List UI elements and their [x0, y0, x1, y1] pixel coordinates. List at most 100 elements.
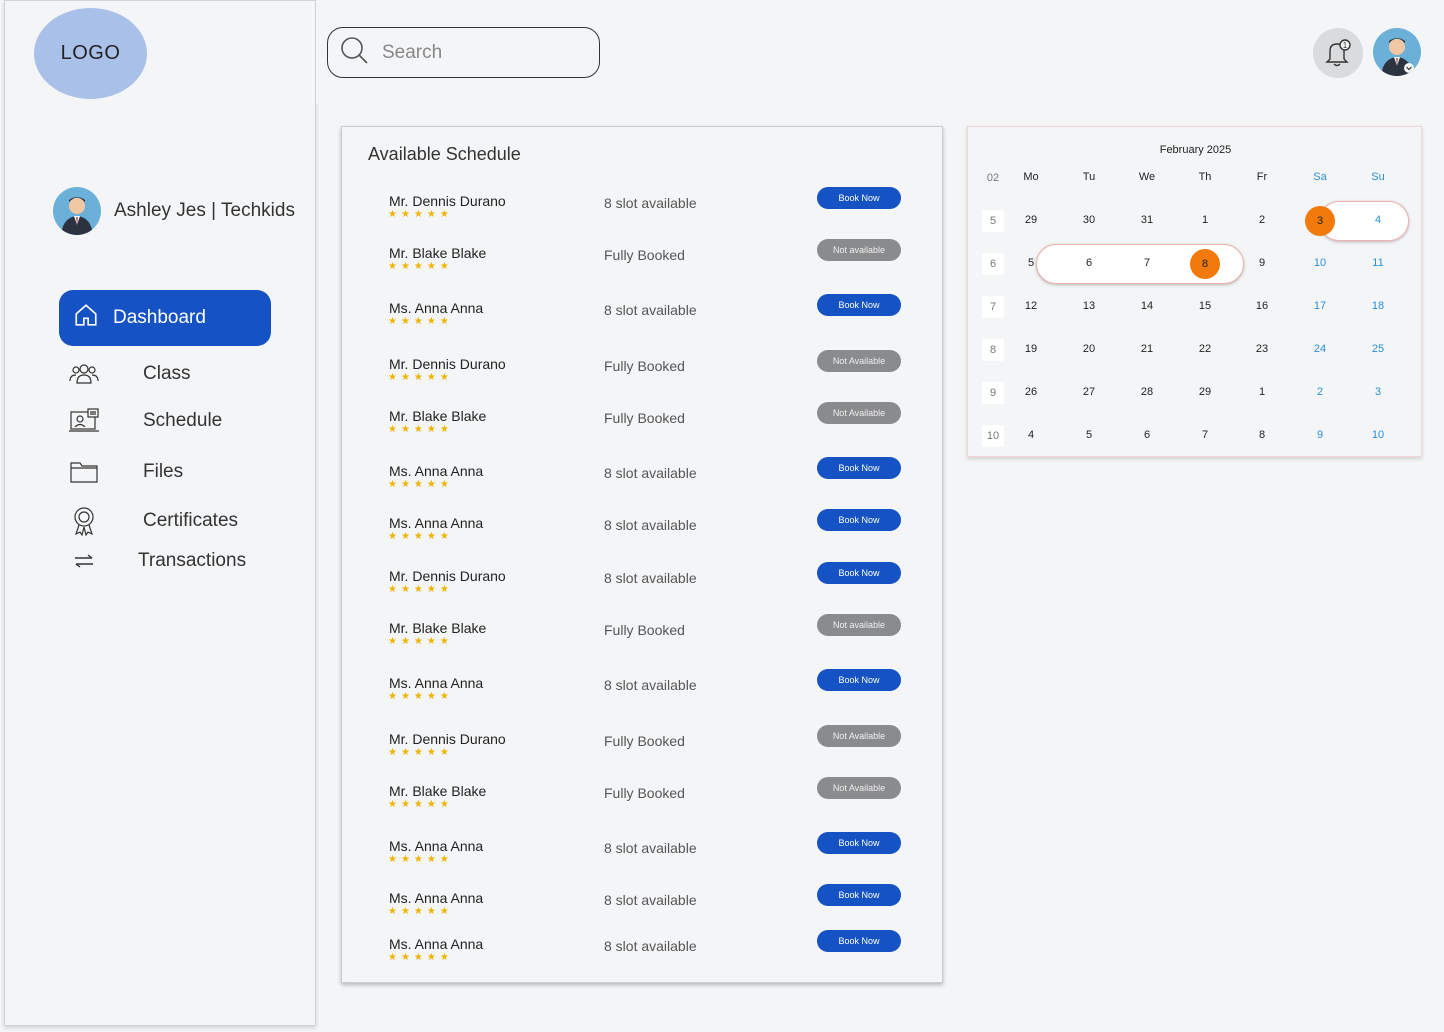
- schedule-row: Ms. Anna Anna ★★★★★ 8 slot available Book N…: [342, 457, 942, 503]
- calendar-date[interactable]: 28: [1127, 386, 1167, 398]
- teacher-name: Mr. Blake Blake: [389, 408, 487, 424]
- book-now-button[interactable]: Book Now: [817, 832, 901, 854]
- calendar-date[interactable]: 15: [1185, 300, 1225, 312]
- logo[interactable]: LOGO: [34, 8, 147, 99]
- nav-class[interactable]: Class: [67, 359, 191, 389]
- calendar-date[interactable]: 9: [1242, 257, 1282, 269]
- notification-button[interactable]: 1: [1313, 28, 1363, 78]
- weekday-header: Su: [1371, 171, 1385, 183]
- book-now-button[interactable]: Book Now: [817, 562, 901, 584]
- slot-status: 8 slot available: [604, 677, 697, 693]
- book-now-button[interactable]: Book Now: [817, 930, 901, 952]
- calendar-date[interactable]: 11: [1358, 257, 1398, 269]
- schedule-title: Available Schedule: [368, 144, 521, 164]
- calendar-date[interactable]: 23: [1242, 343, 1282, 355]
- teacher-name: Ms. Anna Anna: [389, 515, 484, 531]
- schedule-row: Ms. Anna Anna ★★★★★ 8 slot available Book N…: [342, 669, 942, 715]
- nav-transactions[interactable]: Transactions: [67, 546, 246, 576]
- calendar-date[interactable]: 6: [1127, 429, 1167, 441]
- calendar-date[interactable]: 18: [1358, 300, 1398, 312]
- calendar-date[interactable]: 5: [1069, 429, 1109, 441]
- avatar: [1381, 38, 1414, 76]
- calendar-date[interactable]: 12: [1011, 300, 1051, 312]
- calendar-date[interactable]: 21: [1127, 343, 1167, 355]
- not-available-button: Not Available: [817, 402, 901, 424]
- calendar-date[interactable]: 6: [1069, 257, 1109, 269]
- schedule-monitor-icon: [67, 406, 101, 436]
- calendar-date[interactable]: 25: [1358, 343, 1398, 355]
- calendar-date[interactable]: 24: [1300, 343, 1340, 355]
- nav-files[interactable]: Files: [67, 457, 183, 487]
- users-icon: [67, 359, 101, 389]
- calendar-date[interactable]: 5: [1011, 257, 1051, 269]
- calendar: February 2025 02 Mo Tu We Th Fr Sa Su 5 29 30 31 1 2 3…: [967, 126, 1422, 457]
- teacher-name: Mr. Blake Blake: [389, 620, 487, 636]
- calendar-date[interactable]: 29: [1185, 386, 1225, 398]
- calendar-date[interactable]: 10: [1358, 429, 1398, 441]
- slot-status: 8 slot available: [604, 570, 697, 586]
- user-avatar-button[interactable]: [1373, 28, 1421, 76]
- nav-certificates[interactable]: Certificates: [67, 506, 238, 536]
- slot-status: 8 slot available: [604, 517, 697, 533]
- nav-schedule[interactable]: Schedule: [67, 406, 222, 436]
- nav-dashboard[interactable]: Dashboard: [59, 290, 271, 346]
- book-now-button[interactable]: Book Now: [817, 187, 901, 209]
- book-now-button[interactable]: Book Now: [817, 294, 901, 316]
- calendar-date[interactable]: 4: [1358, 214, 1398, 226]
- calendar-date[interactable]: 16: [1242, 300, 1282, 312]
- calendar-date[interactable]: 29: [1011, 214, 1051, 226]
- teacher-name: Ms. Anna Anna: [389, 890, 484, 906]
- calendar-date[interactable]: 1: [1185, 214, 1225, 226]
- weekday-header: Mo: [1023, 171, 1039, 183]
- teacher-name: Ms. Anna Anna: [389, 463, 484, 479]
- calendar-date[interactable]: 30: [1069, 214, 1109, 226]
- search-bar[interactable]: [327, 27, 600, 78]
- calendar-date[interactable]: 10: [1300, 257, 1340, 269]
- calendar-date-selected[interactable]: 8: [1190, 249, 1220, 279]
- calendar-date[interactable]: 9: [1300, 429, 1340, 441]
- calendar-date[interactable]: 2: [1300, 386, 1340, 398]
- teacher-name: Ms. Anna Anna: [389, 675, 484, 691]
- book-now-button[interactable]: Book Now: [817, 457, 901, 479]
- calendar-date[interactable]: 31: [1127, 214, 1167, 226]
- slot-status: 8 slot available: [604, 302, 697, 318]
- slot-status: 8 slot available: [604, 195, 697, 211]
- not-available-button: Not Available: [817, 350, 901, 372]
- calendar-date[interactable]: 8: [1242, 429, 1282, 441]
- week-number: 9: [982, 382, 1004, 404]
- schedule-row: Ms. Anna Anna ★★★★★ 8 slot available Book N…: [342, 930, 942, 976]
- calendar-date[interactable]: 27: [1069, 386, 1109, 398]
- calendar-date[interactable]: 7: [1185, 429, 1225, 441]
- folder-icon: [67, 457, 101, 487]
- slot-status: Fully Booked: [604, 733, 685, 749]
- calendar-date[interactable]: 1: [1242, 386, 1282, 398]
- profile[interactable]: Ashley Jes | Techkids: [53, 187, 295, 235]
- rating-stars: ★★★★★: [388, 479, 453, 490]
- calendar-date[interactable]: 17: [1300, 300, 1340, 312]
- calendar-date[interactable]: 3: [1358, 386, 1398, 398]
- nav-dashboard-label: Dashboard: [113, 307, 206, 328]
- rating-stars: ★★★★★: [388, 747, 453, 758]
- book-now-button[interactable]: Book Now: [817, 669, 901, 691]
- calendar-date[interactable]: 22: [1185, 343, 1225, 355]
- book-now-button[interactable]: Book Now: [817, 509, 901, 531]
- rating-stars: ★★★★★: [388, 952, 453, 963]
- calendar-date[interactable]: 2: [1242, 214, 1282, 226]
- weekday-header: Th: [1198, 171, 1212, 183]
- teacher-name: Ms. Anna Anna: [389, 936, 484, 952]
- search-input[interactable]: [382, 41, 572, 64]
- calendar-date-selected[interactable]: 3: [1305, 206, 1335, 236]
- calendar-date[interactable]: 14: [1127, 300, 1167, 312]
- calendar-date[interactable]: 20: [1069, 343, 1109, 355]
- rating-stars: ★★★★★: [388, 584, 453, 595]
- rating-stars: ★★★★★: [388, 316, 453, 327]
- rating-stars: ★★★★★: [388, 424, 453, 435]
- calendar-date[interactable]: 26: [1011, 386, 1051, 398]
- book-now-button[interactable]: Book Now: [817, 884, 901, 906]
- nav-transactions-label: Transactions: [138, 550, 247, 571]
- calendar-date[interactable]: 7: [1127, 257, 1167, 269]
- schedule-row: Ms. Anna Anna ★★★★★ 8 slot available Book N…: [342, 884, 942, 930]
- calendar-date[interactable]: 4: [1011, 429, 1051, 441]
- calendar-date[interactable]: 19: [1011, 343, 1051, 355]
- calendar-date[interactable]: 13: [1069, 300, 1109, 312]
